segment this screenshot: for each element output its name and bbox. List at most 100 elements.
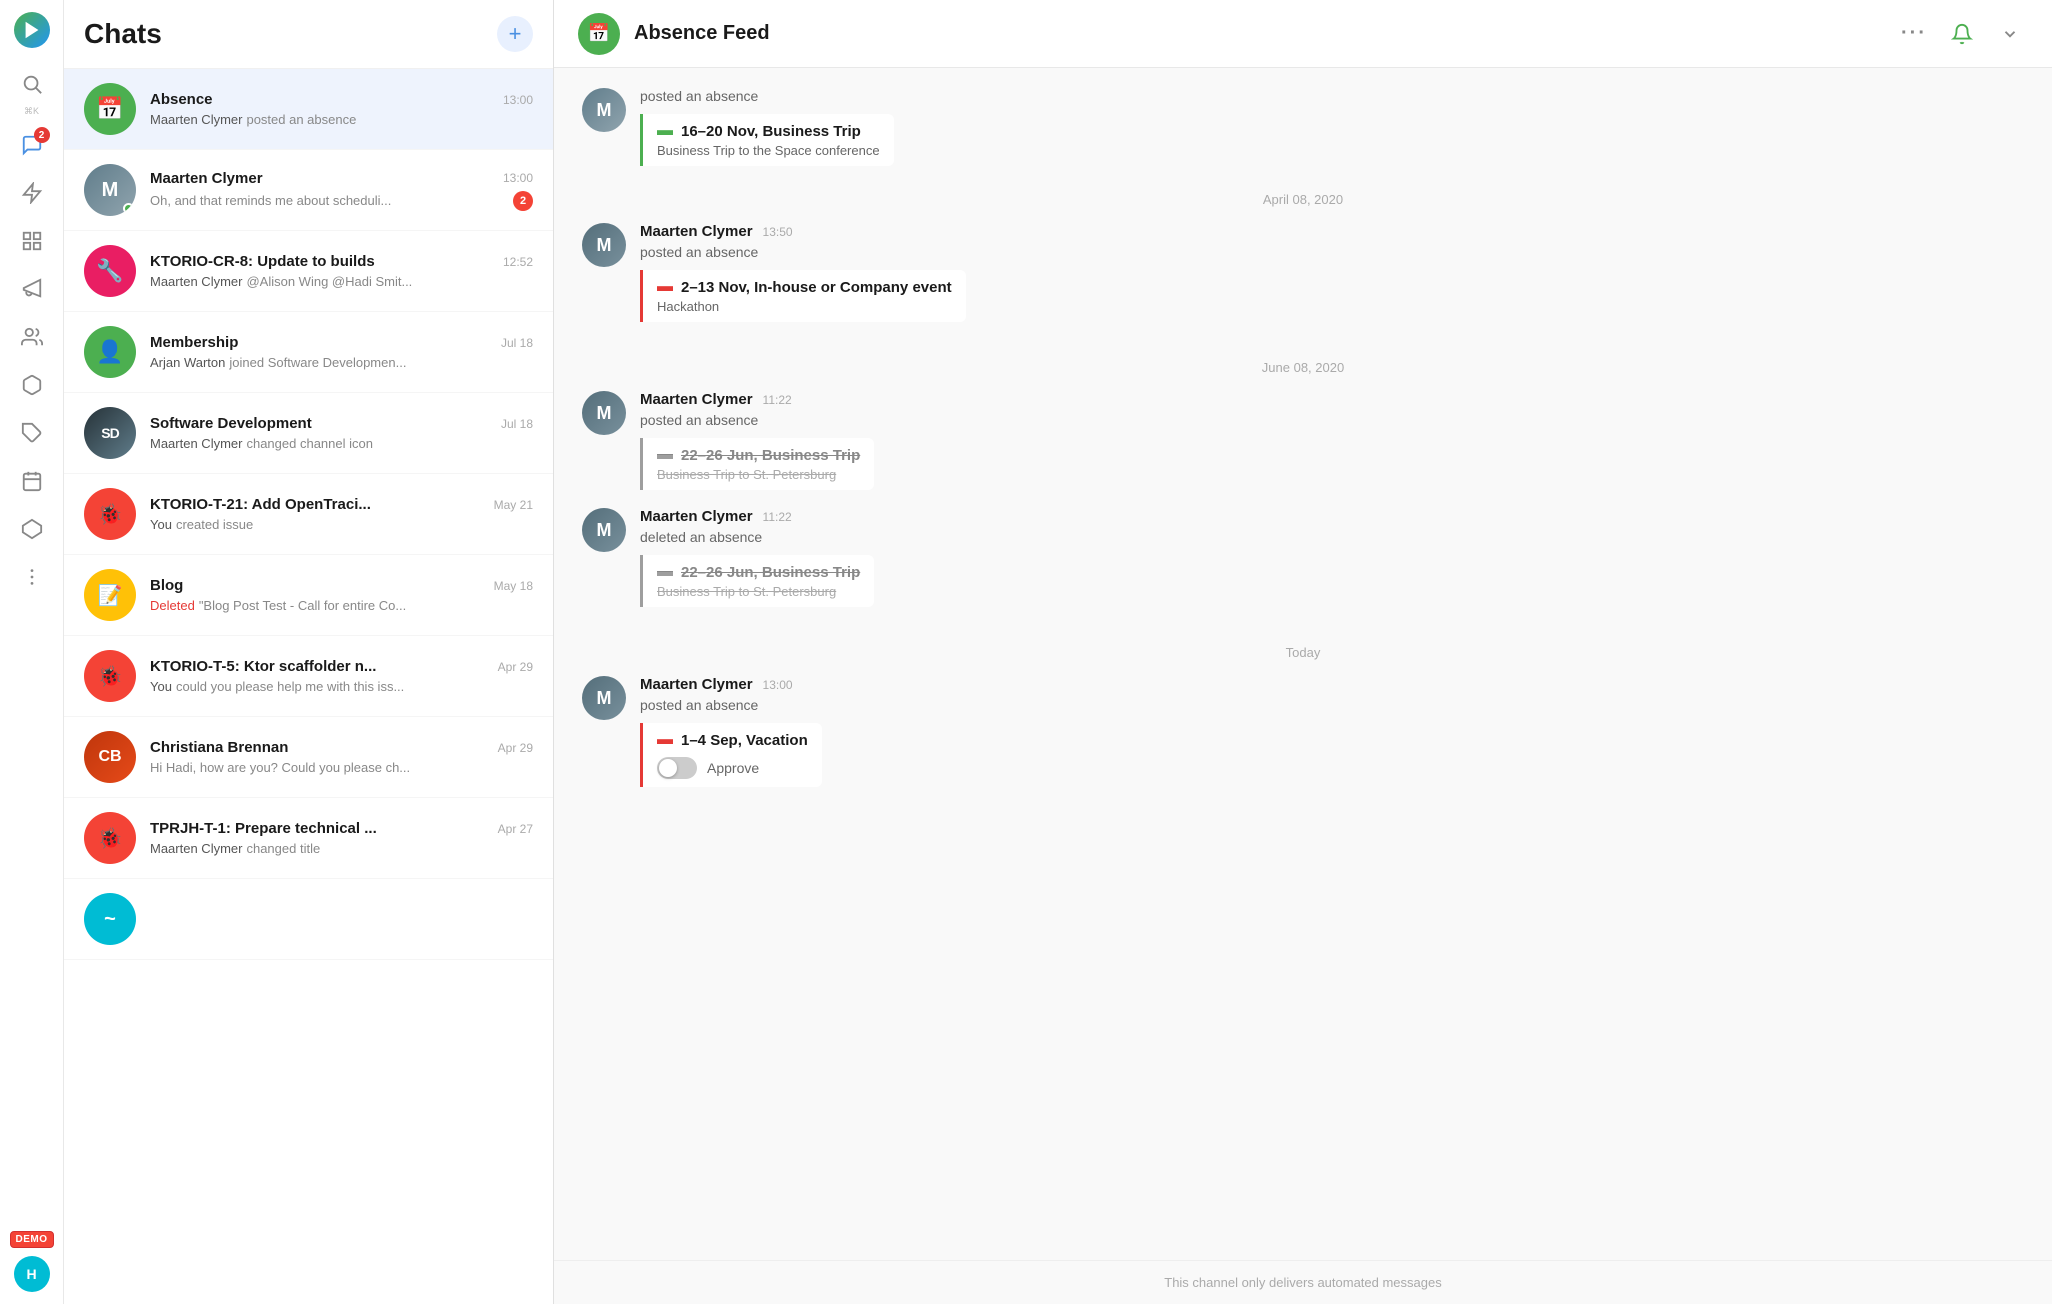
absence-date-3: ▬ 22–26 Jun, Business Trip bbox=[657, 563, 860, 581]
msg-header-4: Maarten Clymer 13:00 bbox=[640, 676, 2024, 693]
nav-bottom-avatar[interactable]: H bbox=[14, 1256, 50, 1292]
nav-hexagon[interactable] bbox=[12, 509, 52, 549]
chat-item-ktorio-cr8[interactable]: 🔧 KTORIO-CR-8: Update to builds 12:52 Ma… bbox=[64, 231, 553, 312]
message-group-1: M Maarten Clymer 13:50 posted an absence… bbox=[582, 223, 2024, 322]
msg-avatar-pre: M bbox=[582, 88, 626, 132]
header-bell-button[interactable] bbox=[1944, 16, 1980, 52]
chat-name-membership: Membership bbox=[150, 334, 238, 351]
nav-lightning[interactable] bbox=[12, 173, 52, 213]
chat-item-tprjh[interactable]: 🐞 TPRJH-T-1: Prepare technical ... Apr 2… bbox=[64, 798, 553, 879]
chat-item-christiana[interactable]: CB Christiana Brennan Apr 29 Hi Hadi, ho… bbox=[64, 717, 553, 798]
msg-body-pre: posted an absence ▬ 16–20 Nov, Business … bbox=[640, 88, 2024, 166]
msg-time-4: 13:00 bbox=[763, 678, 793, 692]
msg-body-2: Maarten Clymer 11:22 posted an absence ▬… bbox=[640, 391, 2024, 490]
absence-desc-3: Business Trip to St. Petersburg bbox=[657, 584, 860, 599]
chat-item-last[interactable]: ~ bbox=[64, 879, 553, 960]
avatar-ktorio-t5: 🐞 bbox=[84, 650, 136, 702]
chat-name-ktorio-cr8: KTORIO-CR-8: Update to builds bbox=[150, 253, 375, 270]
chat-list-header: Chats + bbox=[64, 0, 553, 69]
chat-name-absence: Absence bbox=[150, 91, 213, 108]
header-dropdown-button[interactable] bbox=[1992, 16, 2028, 52]
header-avatar: 📅 bbox=[578, 13, 620, 55]
chat-content-membership: Membership Jul 18 Arjan Warton joined So… bbox=[150, 334, 533, 370]
chat-time-absence: 13:00 bbox=[503, 93, 533, 107]
nav-messages[interactable]: 2 bbox=[12, 125, 52, 165]
msg-action-1: posted an absence bbox=[640, 244, 2024, 260]
chat-content-maarten: Maarten Clymer 13:00 Oh, and that remind… bbox=[150, 170, 533, 211]
nav-puzzle[interactable] bbox=[12, 413, 52, 453]
msg-action-4: posted an absence bbox=[640, 697, 2024, 713]
date-divider-jun08: June 08, 2020 bbox=[582, 360, 2024, 375]
message-group-pre: M posted an absence ▬ 16–20 Nov, Busines… bbox=[582, 88, 2024, 166]
chat-time-tprjh: Apr 27 bbox=[498, 822, 533, 836]
nav-megaphone[interactable] bbox=[12, 269, 52, 309]
chat-time-software-dev: Jul 18 bbox=[501, 417, 533, 431]
chat-preview-software-dev: Maarten Clymer changed channel icon bbox=[150, 436, 533, 451]
demo-badge: DEMO bbox=[10, 1231, 54, 1248]
chat-preview-christiana: Hi Hadi, how are you? Could you please c… bbox=[150, 760, 533, 775]
msg-body-1: Maarten Clymer 13:50 posted an absence ▬… bbox=[640, 223, 2024, 322]
chat-preview-blog: Deleted "Blog Post Test - Call for entir… bbox=[150, 598, 533, 613]
absence-card-1: ▬ 2–13 Nov, In-house or Company event Ha… bbox=[640, 270, 966, 322]
msg-action-pre: posted an absence bbox=[640, 88, 2024, 104]
nav-calendar[interactable] bbox=[12, 461, 52, 501]
avatar-blog: 📝 bbox=[84, 569, 136, 621]
absence-date-4: ▬ 1–4 Sep, Vacation bbox=[657, 731, 808, 749]
chat-content-blog: Blog May 18 Deleted "Blog Post Test - Ca… bbox=[150, 577, 533, 613]
search-shortcut: ⌘K bbox=[24, 106, 39, 117]
chat-item-software-dev[interactable]: SD Software Development Jul 18 Maarten C… bbox=[64, 393, 553, 474]
add-chat-button[interactable]: + bbox=[497, 16, 533, 52]
channel-footer: This channel only delivers automated mes… bbox=[554, 1260, 2052, 1304]
chat-item-ktorio-t5[interactable]: 🐞 KTORIO-T-5: Ktor scaffolder n... Apr 2… bbox=[64, 636, 553, 717]
nav-search[interactable] bbox=[12, 64, 52, 104]
avatar-software-dev: SD bbox=[84, 407, 136, 459]
avatar-ktorio-cr8: 🔧 bbox=[84, 245, 136, 297]
msg-action-3: deleted an absence bbox=[640, 529, 2024, 545]
msg-avatar-1: M bbox=[582, 223, 626, 267]
chat-header-left: 📅 Absence Feed bbox=[578, 13, 770, 55]
toggle-thumb bbox=[659, 759, 677, 777]
nav-cube[interactable] bbox=[12, 365, 52, 405]
msg-sender-4: Maarten Clymer bbox=[640, 676, 753, 693]
chat-preview-maarten: Oh, and that reminds me about scheduli..… bbox=[150, 191, 533, 211]
approve-toggle[interactable] bbox=[657, 757, 697, 779]
avatar-absence: 📅 bbox=[84, 83, 136, 135]
header-more-button[interactable]: ··· bbox=[1896, 16, 1932, 52]
msg-body-3: Maarten Clymer 11:22 deleted an absence … bbox=[640, 508, 2024, 607]
chat-list-title: Chats bbox=[84, 18, 162, 50]
chat-content-ktorio-t21: KTORIO-T-21: Add OpenTraci... May 21 You… bbox=[150, 496, 533, 532]
nav-more[interactable] bbox=[12, 557, 52, 597]
chat-item-blog[interactable]: 📝 Blog May 18 Deleted "Blog Post Test - … bbox=[64, 555, 553, 636]
chat-list-panel: Chats + 📅 Absence 13:00 Maarten Clymer p… bbox=[64, 0, 554, 1304]
message-group-3: M Maarten Clymer 11:22 deleted an absenc… bbox=[582, 508, 2024, 607]
chat-content-ktorio-cr8: KTORIO-CR-8: Update to builds 12:52 Maar… bbox=[150, 253, 533, 289]
chat-time-maarten: 13:00 bbox=[503, 171, 533, 185]
chat-name-maarten: Maarten Clymer bbox=[150, 170, 263, 187]
msg-header-3: Maarten Clymer 11:22 bbox=[640, 508, 2024, 525]
approve-row: Approve bbox=[657, 757, 808, 779]
chat-time-ktorio-t5: Apr 29 bbox=[498, 660, 533, 674]
absence-card-2: ▬ 22–26 Jun, Business Trip Business Trip… bbox=[640, 438, 874, 490]
chat-preview-ktorio-t21: You created issue bbox=[150, 517, 533, 532]
chat-item-maarten[interactable]: M Maarten Clymer 13:00 Oh, and that remi… bbox=[64, 150, 553, 231]
msg-header-1: Maarten Clymer 13:50 bbox=[640, 223, 2024, 240]
message-group-2: M Maarten Clymer 11:22 posted an absence… bbox=[582, 391, 2024, 490]
chat-content-tprjh: TPRJH-T-1: Prepare technical ... Apr 27 … bbox=[150, 820, 533, 856]
approve-label: Approve bbox=[707, 760, 759, 776]
avatar-christiana: CB bbox=[84, 731, 136, 783]
chat-item-membership[interactable]: 👤 Membership Jul 18 Arjan Warton joined … bbox=[64, 312, 553, 393]
chat-header-title: Absence Feed bbox=[634, 22, 770, 45]
avatar-maarten: M bbox=[84, 164, 136, 216]
msg-sender-1: Maarten Clymer bbox=[640, 223, 753, 240]
date-divider-today: Today bbox=[582, 645, 2024, 660]
chat-item-absence[interactable]: 📅 Absence 13:00 Maarten Clymer posted an… bbox=[64, 69, 553, 150]
msg-time-3: 11:22 bbox=[763, 510, 792, 524]
avatar-ktorio-t21: 🐞 bbox=[84, 488, 136, 540]
msg-time-2: 11:22 bbox=[763, 393, 792, 407]
chat-item-ktorio-t21[interactable]: 🐞 KTORIO-T-21: Add OpenTraci... May 21 Y… bbox=[64, 474, 553, 555]
chat-header: 📅 Absence Feed ··· bbox=[554, 0, 2052, 68]
avatar-last: ~ bbox=[84, 893, 136, 945]
nav-grid[interactable] bbox=[12, 221, 52, 261]
nav-people[interactable] bbox=[12, 317, 52, 357]
chat-name-ktorio-t21: KTORIO-T-21: Add OpenTraci... bbox=[150, 496, 371, 513]
